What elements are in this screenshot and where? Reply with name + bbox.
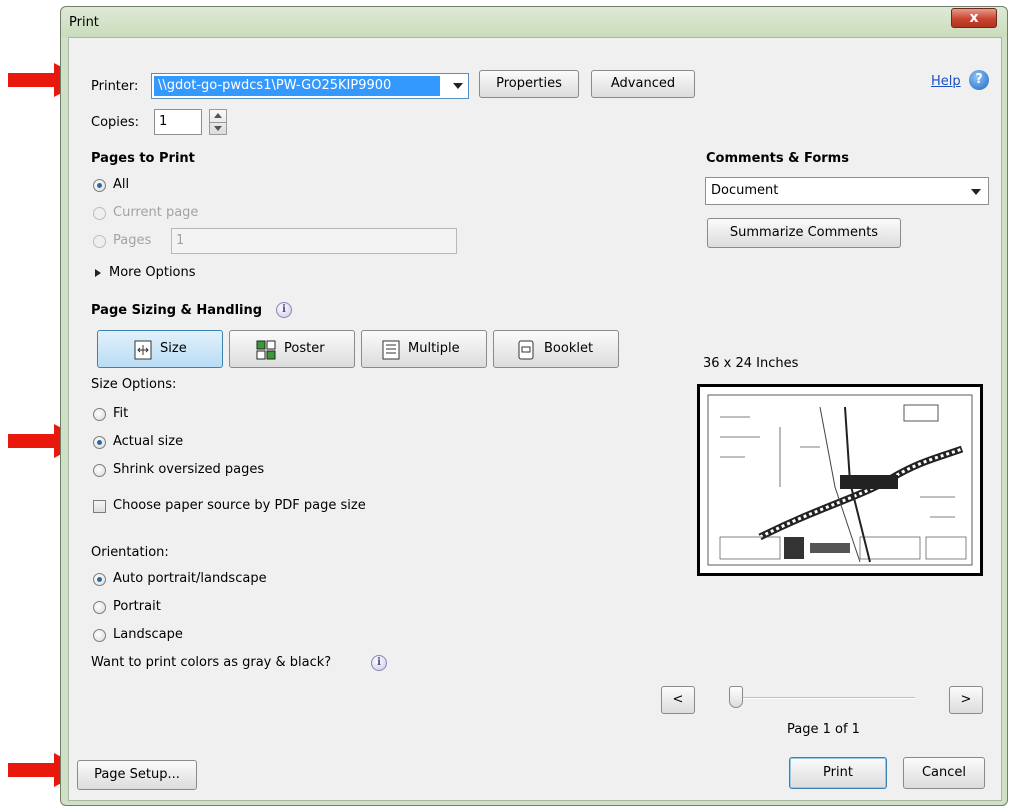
radio-current-page-label: Current page <box>113 205 199 220</box>
info-icon[interactable]: i <box>371 655 387 671</box>
preview-drawing-image <box>707 394 973 566</box>
radio-auto-orientation-label: Auto portrait/landscape <box>113 571 267 586</box>
radio-fit-label: Fit <box>113 406 129 421</box>
poster-icon <box>256 340 276 360</box>
tab-size[interactable]: Size <box>97 330 223 368</box>
chevron-up-icon[interactable] <box>214 113 222 118</box>
tab-multiple-label: Multiple <box>408 341 460 356</box>
radio-all[interactable] <box>93 179 106 192</box>
radio-landscape-label: Landscape <box>113 627 183 642</box>
radio-actual-size[interactable] <box>93 436 106 449</box>
next-page-button[interactable]: > <box>949 686 983 714</box>
copies-stepper[interactable] <box>209 109 227 135</box>
checkbox-paper-source-label: Choose paper source by PDF page size <box>113 498 366 513</box>
printer-value: \\gdot-go-pwdcs1\PW-GO25KIP9900 <box>158 78 392 93</box>
page-count-label: Page 1 of 1 <box>787 722 860 737</box>
title-bar[interactable]: Print x <box>61 7 1007 37</box>
radio-portrait-label: Portrait <box>113 599 161 614</box>
tab-poster-label: Poster <box>284 341 325 356</box>
more-options-toggle[interactable]: More Options <box>109 265 196 280</box>
dialog-body: Printer: \\gdot-go-pwdcs1\PW-GO25KIP9900… <box>68 37 1002 801</box>
booklet-icon <box>518 340 534 360</box>
printer-select[interactable]: \\gdot-go-pwdcs1\PW-GO25KIP9900 <box>151 73 469 99</box>
expand-triangle-icon[interactable] <box>95 269 101 277</box>
close-button[interactable]: x <box>951 8 997 28</box>
help-link[interactable]: Help <box>931 74 961 89</box>
copies-value: 1 <box>159 114 168 129</box>
paper-size-label: 36 x 24 Inches <box>703 356 799 371</box>
copies-label: Copies: <box>91 115 140 130</box>
radio-shrink-label: Shrink oversized pages <box>113 462 265 477</box>
radio-shrink-oversized[interactable] <box>93 464 106 477</box>
page-slider-track[interactable] <box>729 697 915 699</box>
tab-multiple[interactable]: Multiple <box>361 330 487 368</box>
close-icon: x <box>969 10 979 26</box>
page-slider-thumb[interactable] <box>729 686 743 708</box>
radio-portrait[interactable] <box>93 601 106 614</box>
chevron-down-icon <box>453 83 463 89</box>
radio-actual-size-label: Actual size <box>113 434 184 449</box>
page-setup-button[interactable]: Page Setup... <box>77 760 197 790</box>
comments-forms-select[interactable]: Document <box>705 177 989 205</box>
stepper-divider <box>210 122 226 123</box>
tab-size-label: Size <box>160 341 187 356</box>
info-icon[interactable]: i <box>276 302 292 318</box>
radio-pages[interactable] <box>93 235 106 248</box>
chevron-down-icon <box>971 189 981 195</box>
radio-current-page[interactable] <box>93 207 106 220</box>
orientation-label: Orientation: <box>91 545 169 560</box>
tab-booklet-label: Booklet <box>544 341 594 356</box>
multiple-icon <box>382 340 400 360</box>
cancel-button[interactable]: Cancel <box>903 757 985 789</box>
radio-landscape[interactable] <box>93 629 106 642</box>
print-dialog: Print x Printer: \\gdot-go-pwdcs1\PW-GO2… <box>60 6 1008 806</box>
radio-fit[interactable] <box>93 408 106 421</box>
comments-forms-value: Document <box>711 183 779 198</box>
advanced-button[interactable]: Advanced <box>591 70 695 98</box>
previous-page-button[interactable]: < <box>661 686 695 714</box>
tab-booklet[interactable]: Booklet <box>493 330 619 368</box>
pages-to-print-heading: Pages to Print <box>91 151 195 166</box>
properties-button[interactable]: Properties <box>479 70 579 98</box>
printer-label: Printer: <box>91 79 139 94</box>
print-button[interactable]: Print <box>789 757 887 789</box>
gray-black-question: Want to print colors as gray & black? <box>91 655 332 670</box>
copies-input[interactable]: 1 <box>154 109 202 135</box>
pages-range-input[interactable]: 1 <box>171 228 457 254</box>
window-title: Print <box>69 15 99 30</box>
tab-poster[interactable]: Poster <box>229 330 355 368</box>
checkbox-paper-source[interactable] <box>93 500 106 513</box>
help-icon[interactable]: ? <box>969 70 989 90</box>
comments-forms-heading: Comments & Forms <box>706 151 849 166</box>
radio-all-label: All <box>113 177 130 192</box>
page-sizing-heading: Page Sizing & Handling <box>91 303 263 318</box>
pages-range-value: 1 <box>176 233 185 248</box>
print-preview <box>697 384 983 576</box>
summarize-comments-button[interactable]: Summarize Comments <box>707 218 901 248</box>
chevron-down-icon[interactable] <box>214 126 222 131</box>
size-icon <box>134 340 152 360</box>
radio-pages-label: Pages <box>113 233 152 248</box>
size-options-label: Size Options: <box>91 377 177 392</box>
radio-auto-orientation[interactable] <box>93 573 106 586</box>
